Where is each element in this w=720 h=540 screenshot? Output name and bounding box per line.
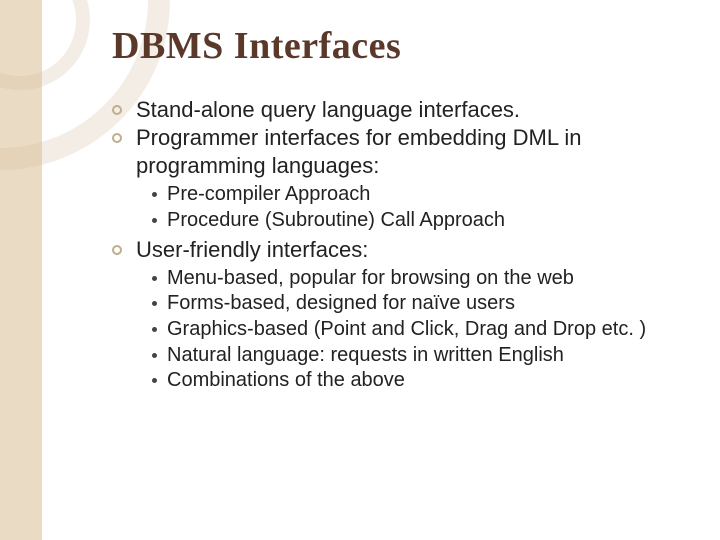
ring-bullet-icon	[112, 105, 122, 115]
list-item-text: Natural language: requests in written En…	[167, 343, 564, 369]
list-item-text: Graphics-based (Point and Click, Drag an…	[167, 317, 646, 343]
slide-content: DBMS Interfaces Stand-alone query langua…	[42, 0, 720, 540]
dot-bullet-icon	[152, 327, 157, 332]
ring-bullet-icon	[112, 245, 122, 255]
list-item: Stand-alone query language interfaces.	[112, 96, 688, 124]
list-item-text: Programmer interfaces for embedding DML …	[136, 124, 688, 180]
slide-title: DBMS Interfaces	[112, 24, 688, 68]
bullet-list-level2: Menu-based, popular for browsing on the …	[112, 266, 688, 394]
ring-bullet-icon	[112, 133, 122, 143]
list-item: Forms-based, designed for naïve users	[152, 291, 688, 317]
list-item-text: Procedure (Subroutine) Call Approach	[167, 208, 505, 234]
list-item-text: Forms-based, designed for naïve users	[167, 291, 515, 317]
list-item: Natural language: requests in written En…	[152, 343, 688, 369]
dot-bullet-icon	[152, 192, 157, 197]
list-item: Programmer interfaces for embedding DML …	[112, 124, 688, 180]
bullet-list-level2: Pre-compiler Approach Procedure (Subrout…	[112, 182, 688, 233]
dot-bullet-icon	[152, 301, 157, 306]
list-item: Menu-based, popular for browsing on the …	[152, 266, 688, 292]
dot-bullet-icon	[152, 353, 157, 358]
list-item: Graphics-based (Point and Click, Drag an…	[152, 317, 688, 343]
dot-bullet-icon	[152, 378, 157, 383]
list-item: User-friendly interfaces:	[112, 236, 688, 264]
list-item-text: Combinations of the above	[167, 368, 405, 394]
list-item-text: Pre-compiler Approach	[167, 182, 370, 208]
list-item: Combinations of the above	[152, 368, 688, 394]
list-item-text: Stand-alone query language interfaces.	[136, 96, 520, 124]
list-item-text: Menu-based, popular for browsing on the …	[167, 266, 574, 292]
list-item-text: User-friendly interfaces:	[136, 236, 368, 264]
list-item: Procedure (Subroutine) Call Approach	[152, 208, 688, 234]
list-item: Pre-compiler Approach	[152, 182, 688, 208]
bullet-list-level1: Stand-alone query language interfaces. P…	[112, 96, 688, 394]
dot-bullet-icon	[152, 276, 157, 281]
dot-bullet-icon	[152, 218, 157, 223]
